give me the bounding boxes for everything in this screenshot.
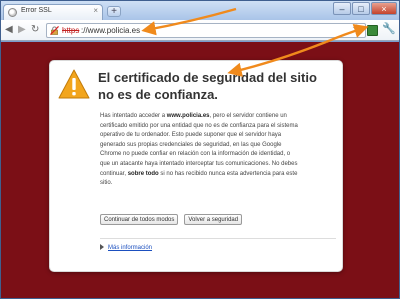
globe-icon	[8, 8, 17, 17]
interstitial-page: El certificado de seguridad del sitio no…	[1, 42, 399, 298]
back-to-safety-button[interactable]: Volver a seguridad	[184, 214, 243, 225]
action-buttons: Continuar de todos modos Volver a seguri…	[100, 214, 243, 225]
warning-headline: El certificado de seguridad del sitio no…	[98, 70, 317, 102]
browser-window: Error SSL × + – □ × ◀ ▶ ↻ https ://www.p…	[0, 0, 400, 299]
star-icon[interactable]: ☆	[352, 22, 362, 36]
close-window-button[interactable]: ×	[371, 2, 397, 15]
new-tab-button[interactable]: +	[107, 6, 121, 17]
address-bar[interactable]: https ://www.policia.es	[46, 23, 366, 38]
tab-title: Error SSL	[21, 7, 52, 14]
expand-triangle-icon	[100, 244, 104, 250]
emphasis-text: sobre todo	[127, 170, 159, 177]
tab-close-icon[interactable]: ×	[93, 6, 98, 16]
toolbar: ◀ ▶ ↻ https ://www.policia.es	[1, 20, 399, 41]
url-scheme: https	[62, 26, 80, 35]
broken-lock-icon	[50, 26, 59, 35]
tab-error-ssl[interactable]: Error SSL ×	[3, 4, 103, 20]
back-button[interactable]: ◀	[5, 24, 13, 36]
title-bar: Error SSL × + – □ ×	[1, 1, 399, 20]
more-info-label: Más información	[108, 245, 153, 251]
site-name: www.policia.es	[166, 113, 210, 119]
ssl-warning-box: El certificado de seguridad del sitio no…	[49, 60, 343, 272]
wrench-icon[interactable]: 🔧	[382, 22, 396, 36]
maximize-button[interactable]: □	[352, 2, 370, 15]
warning-body: Has intentado acceder a www.policia.es, …	[100, 112, 300, 189]
more-info-link[interactable]: Más información	[100, 244, 152, 251]
extension-icon[interactable]	[367, 25, 378, 36]
window-controls: – □ ×	[333, 2, 397, 16]
minimize-button[interactable]: –	[333, 2, 351, 15]
proceed-anyway-button[interactable]: Continuar de todos modos	[100, 214, 179, 225]
body-text-part: , pero el servidor contiene un certifica…	[100, 113, 298, 177]
url-host: ://www.policia.es	[81, 26, 141, 35]
divider	[100, 238, 336, 239]
body-text-part: Has intentado acceder a	[100, 113, 167, 119]
forward-button[interactable]: ▶	[18, 24, 26, 36]
reload-button[interactable]: ↻	[31, 24, 39, 36]
warning-icon	[58, 69, 90, 99]
